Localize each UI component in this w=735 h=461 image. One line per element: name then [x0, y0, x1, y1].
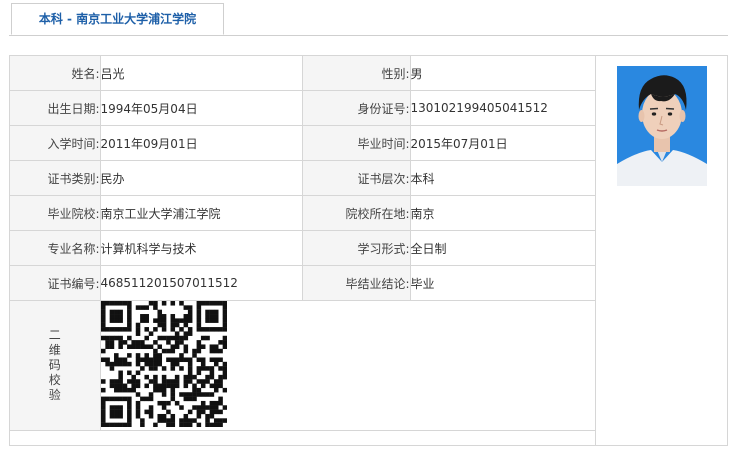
tab-bar: 本科 - 南京工业大学浦江学院 — [9, 3, 728, 36]
certificate-type-label: 证书类别: — [10, 160, 101, 196]
photo-column — [595, 56, 728, 445]
table-row: 专业名称: 计算机科学与技术 学习形式: 全日制 — [10, 230, 596, 266]
qr-row: 二维码校验 — [10, 300, 596, 431]
certificate-type-value: 民办 — [99, 160, 303, 196]
major-value: 计算机科学与技术 — [99, 230, 303, 266]
id-number-label: 身份证号: — [301, 90, 411, 126]
portrait-image — [617, 75, 707, 186]
name-value: 吕光 — [99, 56, 303, 91]
qr-code — [100, 301, 227, 428]
certificate-number-value: 468511201507011512 — [99, 265, 303, 301]
study-mode-label: 学习形式: — [301, 230, 411, 266]
table-row: 入学时间: 2011年09月01日 毕业时间: 2015年07月01日 — [10, 125, 596, 161]
certificate-number-label: 证书编号: — [10, 265, 101, 301]
enroll-date-label: 入学时间: — [10, 125, 101, 161]
table-row: 证书编号: 468511201507011512 毕结业结论: 毕业 — [10, 265, 596, 301]
school-location-label: 院校所在地: — [301, 195, 411, 231]
school-location-value: 南京 — [409, 195, 596, 231]
table-row: 姓名: 吕光 性别: 男 — [10, 56, 596, 91]
certificate-card: 姓名: 吕光 性别: 男 出生日期: 1994年05月04日 身份证号: 130… — [9, 55, 728, 446]
gender-value: 男 — [409, 56, 596, 91]
qr-label: 二维码校验 — [48, 328, 61, 402]
table-row: 证书类别: 民办 证书层次: 本科 — [10, 160, 596, 196]
completion-status-value: 毕业 — [409, 265, 596, 301]
certificate-level-label: 证书层次: — [301, 160, 411, 196]
table-row: 毕业院校: 南京工业大学浦江学院 院校所在地: 南京 — [10, 195, 596, 231]
certificate-level-value: 本科 — [409, 160, 596, 196]
student-info-table: 姓名: 吕光 性别: 男 出生日期: 1994年05月04日 身份证号: 130… — [10, 56, 596, 431]
enroll-date-value: 2011年09月01日 — [99, 125, 303, 161]
school-value: 南京工业大学浦江学院 — [99, 195, 303, 231]
qr-label-cell: 二维码校验 — [10, 300, 101, 431]
graduation-date-label: 毕业时间: — [301, 125, 411, 161]
tab-degree-record[interactable]: 本科 - 南京工业大学浦江学院 — [11, 3, 224, 35]
birth-date-label: 出生日期: — [10, 90, 101, 126]
name-label: 姓名: — [10, 56, 101, 91]
qr-cell — [99, 300, 596, 431]
graduation-date-value: 2015年07月01日 — [409, 125, 596, 161]
id-number-value: 130102199405041512 — [409, 90, 596, 126]
gender-label: 性别: — [301, 56, 411, 91]
birth-date-value: 1994年05月04日 — [99, 90, 303, 126]
major-label: 专业名称: — [10, 230, 101, 266]
completion-status-label: 毕结业结论: — [301, 265, 411, 301]
school-label: 毕业院校: — [10, 195, 101, 231]
table-row: 出生日期: 1994年05月04日 身份证号: 1301021994050415… — [10, 90, 596, 126]
student-photo — [617, 66, 707, 186]
study-mode-value: 全日制 — [409, 230, 596, 266]
